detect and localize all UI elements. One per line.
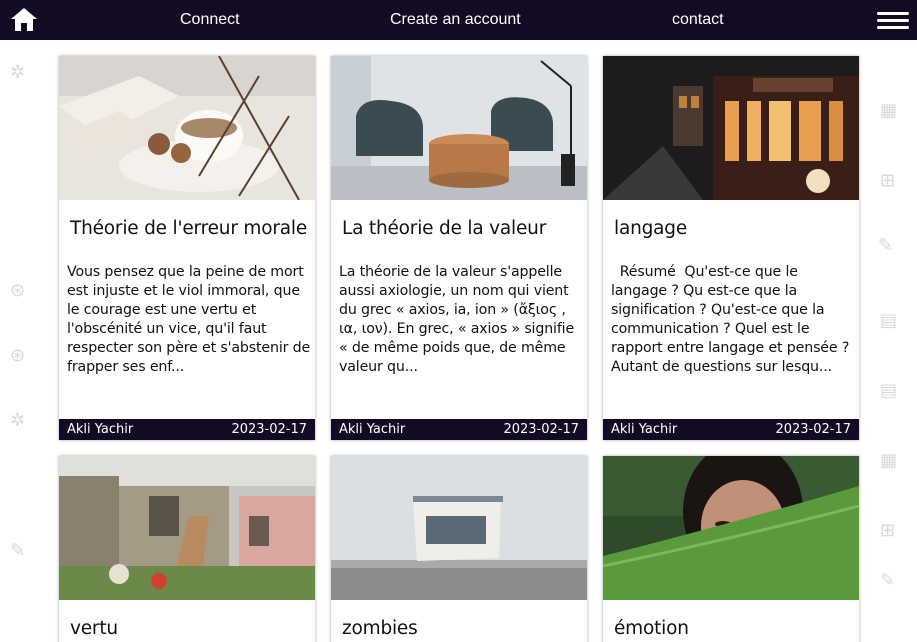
- nav-link-contact[interactable]: contact: [672, 11, 724, 29]
- article-date: 2023-02-17: [231, 422, 307, 437]
- article-title[interactable]: La théorie de la valeur: [342, 218, 546, 239]
- article-thumbnail: [59, 456, 315, 600]
- article-card[interactable]: langage Résumé Qu'est-ce que le langage …: [603, 56, 859, 440]
- article-title[interactable]: langage: [614, 218, 687, 239]
- article-title[interactable]: vertu: [70, 618, 118, 639]
- nav-link-connect[interactable]: Connect: [180, 11, 240, 29]
- article-author: Akli Yachir: [339, 422, 406, 437]
- article-thumbnail: [331, 56, 587, 200]
- article-date: 2023-02-17: [775, 422, 851, 437]
- article-grid: Théorie de l'erreur morale Vous pensez q…: [0, 0, 917, 642]
- article-footer: Akli Yachir 2023-02-17: [331, 419, 587, 440]
- article-thumbnail: [603, 56, 859, 200]
- article-card[interactable]: émotion: [603, 456, 859, 642]
- article-thumbnail: [331, 456, 587, 600]
- article-date: 2023-02-17: [503, 422, 579, 437]
- article-thumbnail: [603, 456, 859, 600]
- article-card[interactable]: Théorie de l'erreur morale Vous pensez q…: [59, 56, 315, 440]
- article-footer: Akli Yachir 2023-02-17: [59, 419, 315, 440]
- article-card[interactable]: La théorie de la valeur La théorie de la…: [331, 56, 587, 440]
- article-card[interactable]: vertu: [59, 456, 315, 642]
- article-footer: Akli Yachir 2023-02-17: [603, 419, 859, 440]
- article-card[interactable]: zombies: [331, 456, 587, 642]
- article-title[interactable]: Théorie de l'erreur morale: [70, 218, 307, 239]
- nav-link-create-account[interactable]: Create an account: [390, 11, 521, 29]
- article-author: Akli Yachir: [611, 422, 678, 437]
- article-title[interactable]: zombies: [342, 618, 418, 639]
- article-author: Akli Yachir: [67, 422, 134, 437]
- home-icon[interactable]: [10, 6, 38, 32]
- article-excerpt: Résumé Qu'est-ce que le langage ? Qu est…: [611, 264, 854, 375]
- article-excerpt: Vous pensez que la peine de mort est inj…: [67, 264, 311, 375]
- article-title[interactable]: émotion: [614, 618, 689, 639]
- article-thumbnail: [59, 56, 315, 200]
- hamburger-menu-icon[interactable]: [877, 12, 909, 30]
- top-navbar: Connect Create an account contact: [0, 0, 917, 40]
- article-excerpt: La théorie de la valeur s'appelle aussi …: [339, 264, 575, 375]
